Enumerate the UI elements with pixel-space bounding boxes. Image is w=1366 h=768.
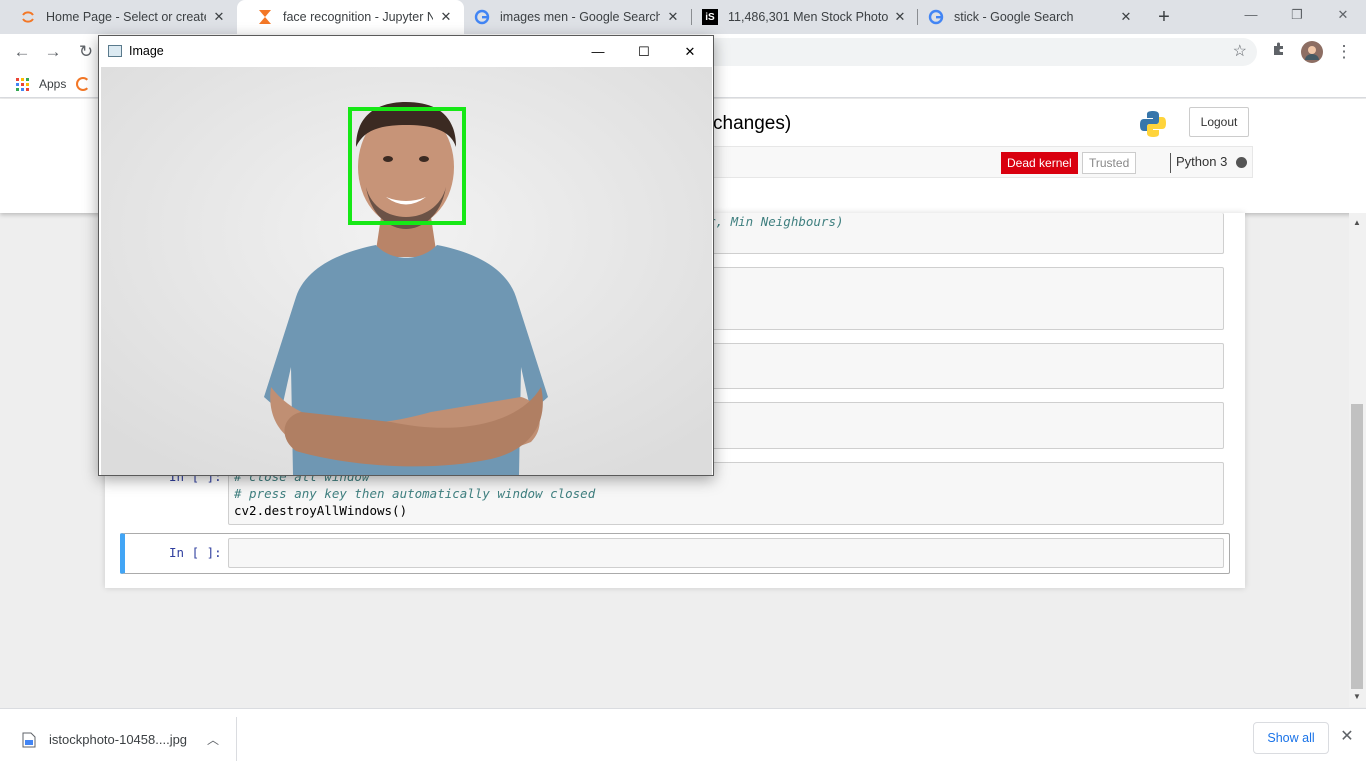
chevron-up-icon[interactable]: ︿ xyxy=(207,731,219,748)
apps-label: Apps xyxy=(39,77,67,91)
image-window[interactable]: Image — ☐ ✕ xyxy=(98,35,714,476)
tab-home-page[interactable]: Home Page - Select or create a ✕ xyxy=(0,0,237,34)
menu-dots-icon[interactable]: ⋮ xyxy=(1333,41,1355,63)
apps-shortcut[interactable]: Apps xyxy=(16,77,91,91)
logout-button[interactable]: Logout xyxy=(1189,107,1249,137)
tab-title: 11,486,301 Men Stock Photos, xyxy=(728,10,888,24)
close-icon[interactable]: ✕ xyxy=(667,36,713,67)
trusted-badge[interactable]: Trusted xyxy=(1082,152,1137,174)
scroll-up-icon[interactable]: ▲ xyxy=(1351,216,1363,230)
reload-icon[interactable]: ↻ xyxy=(75,41,97,63)
tab-stick-search[interactable]: stick - Google Search ✕ xyxy=(918,0,1144,34)
minimize-icon[interactable]: — xyxy=(575,36,621,67)
image-window-title: Image xyxy=(129,44,164,58)
scroll-thumb[interactable] xyxy=(1351,404,1363,689)
divider xyxy=(236,717,237,761)
notebook-title[interactable]: changes) xyxy=(713,113,791,135)
hourglass-icon xyxy=(257,9,273,25)
close-icon[interactable]: ✕ xyxy=(1338,728,1356,746)
tab-close-icon[interactable]: ✕ xyxy=(211,9,227,25)
code-line: cv2.destroyAllWindows() xyxy=(234,503,408,518)
jupyter-favicon-icon xyxy=(20,9,36,25)
code-line: tor, Min Neighbours) xyxy=(693,214,844,229)
code-input[interactable] xyxy=(228,538,1224,568)
image-window-titlebar[interactable]: Image — ☐ ✕ xyxy=(99,36,713,67)
input-prompt: In [ ]: xyxy=(169,545,222,560)
back-icon[interactable]: ← xyxy=(11,41,33,63)
restore-icon[interactable]: ❐ xyxy=(1274,0,1320,30)
apps-grid-icon xyxy=(16,77,29,91)
tab-close-icon[interactable]: ✕ xyxy=(892,9,908,25)
tab-close-icon[interactable]: ✕ xyxy=(665,9,681,25)
tab-close-icon[interactable]: ✕ xyxy=(1118,9,1134,25)
tab-images-men[interactable]: images men - Google Search ✕ xyxy=(464,0,691,34)
istock-icon: iS xyxy=(702,9,718,25)
kernel-name: Python 3 xyxy=(1176,154,1228,169)
close-window-icon[interactable]: ✕ xyxy=(1320,0,1366,30)
kernel-indicator-icon xyxy=(1236,157,1247,168)
divider xyxy=(1170,153,1171,173)
tab-title: stick - Google Search xyxy=(954,10,1074,24)
new-tab-button[interactable]: + xyxy=(1153,6,1175,28)
code-comment: # press any key then automatically windo… xyxy=(234,486,596,501)
forward-icon[interactable]: → xyxy=(42,41,64,63)
download-filename: istockphoto-10458....jpg xyxy=(49,732,188,747)
kernel-status-badge[interactable]: Dead kernel xyxy=(1001,152,1078,174)
download-bar: istockphoto-10458....jpg ︿ Show all ✕ xyxy=(0,708,1366,768)
tab-title: images men - Google Search xyxy=(500,10,660,24)
profile-avatar[interactable] xyxy=(1301,41,1323,63)
tab-close-icon[interactable]: ✕ xyxy=(438,9,454,25)
image-canvas xyxy=(101,67,712,475)
extensions-icon[interactable] xyxy=(1268,41,1290,63)
python-logo-icon xyxy=(1140,111,1166,137)
google-icon xyxy=(928,9,944,25)
tab-title: Home Page - Select or create a xyxy=(46,10,206,24)
scroll-down-icon[interactable]: ▼ xyxy=(1351,690,1363,704)
face-detection-box xyxy=(348,107,466,225)
google-icon xyxy=(474,9,490,25)
show-all-button[interactable]: Show all xyxy=(1253,722,1329,754)
minimize-icon[interactable]: — xyxy=(1228,0,1274,30)
tab-title: face recognition - Jupyter Note xyxy=(283,10,433,24)
tab-strip: Home Page - Select or create a ✕ face re… xyxy=(0,0,1366,34)
tab-men-stock-photos[interactable]: iS 11,486,301 Men Stock Photos, ✕ xyxy=(692,0,918,34)
maximize-icon[interactable]: ☐ xyxy=(621,36,667,67)
jupyter-bookmark-icon[interactable] xyxy=(76,77,91,91)
file-icon xyxy=(22,732,36,747)
download-item[interactable]: istockphoto-10458....jpg ︿ xyxy=(22,731,219,748)
page-scrollbar[interactable]: ▲ ▼ xyxy=(1349,213,1366,707)
window-app-icon xyxy=(108,45,122,57)
tab-face-recognition[interactable]: face recognition - Jupyter Note ✕ xyxy=(237,0,464,34)
bookmark-star-icon[interactable]: ☆ xyxy=(1233,41,1247,61)
